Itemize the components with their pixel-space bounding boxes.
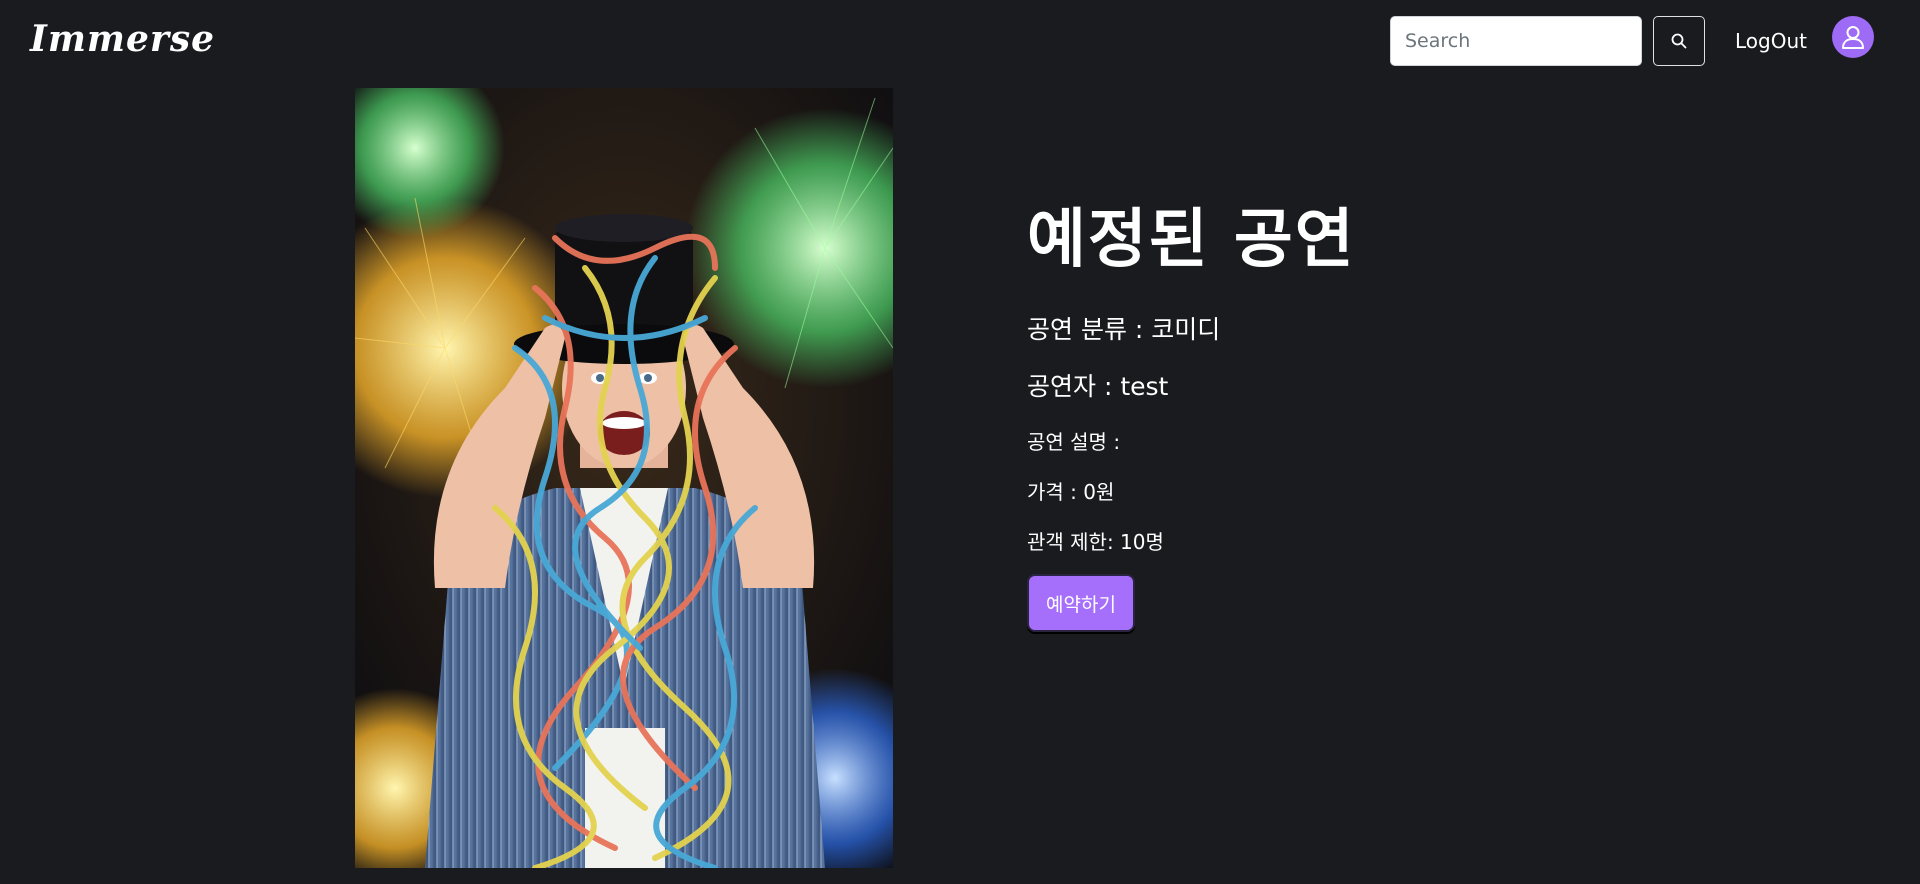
show-title: 예정된 공연 (1027, 203, 1356, 277)
show-category: 공연 분류 : 코미디 (1027, 315, 1221, 344)
show-price: 가격 : 0원 (1027, 480, 1115, 504)
search-button[interactable] (1653, 16, 1705, 66)
logout-link[interactable]: LogOut (1735, 29, 1807, 53)
show-performer: 공연자 : test (1027, 372, 1169, 401)
show-poster (355, 88, 893, 868)
reserve-button[interactable]: 예약하기 (1027, 574, 1135, 632)
show-capacity: 관객 제한: 10명 (1027, 530, 1164, 554)
navbar: Immerse LogOut (0, 0, 1920, 80)
logo[interactable]: Immerse (30, 18, 215, 60)
avatar[interactable] (1832, 16, 1874, 58)
search-input[interactable] (1390, 16, 1642, 66)
show-info: 예정된 공연 공연 분류 : 코미디 공연자 : test 공연 설명 : 가격… (1027, 200, 1827, 632)
show-description: 공연 설명 : (1027, 430, 1121, 454)
user-icon (1842, 26, 1864, 49)
search-icon (1671, 33, 1687, 49)
